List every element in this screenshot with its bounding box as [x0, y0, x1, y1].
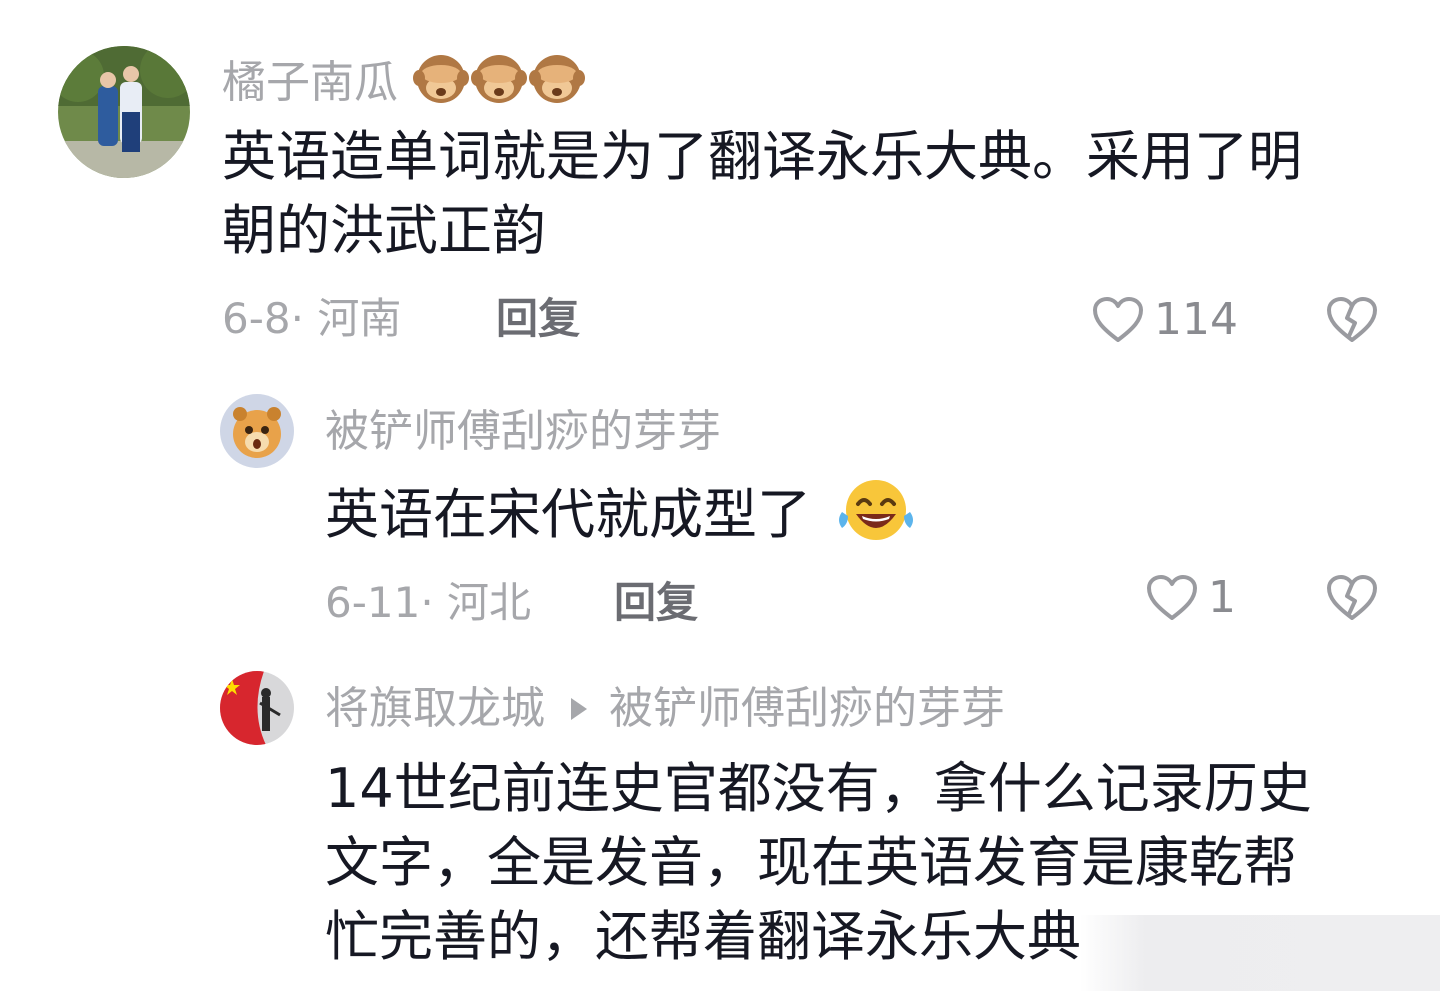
comment-text-line: 14世纪前连史官都没有，拿什么记录历史: [325, 757, 1312, 820]
reply-to-username[interactable]: 被铲师傅刮痧的芽芽: [609, 683, 1005, 734]
reply-button[interactable]: 回复: [496, 290, 580, 348]
avatar[interactable]: [220, 671, 294, 745]
dislike-button[interactable]: [1326, 296, 1378, 348]
broken-heart-icon: [1327, 297, 1377, 342]
like-button[interactable]: 114: [1092, 292, 1238, 348]
comment-meta: 6-11· 河北: [325, 574, 531, 632]
avatar[interactable]: [58, 46, 190, 178]
like-count: 114: [1154, 294, 1238, 345]
username[interactable]: 被铲师傅刮痧的芽芽: [325, 402, 721, 462]
avatar[interactable]: [220, 394, 294, 468]
see-no-evil-monkey-icon: [470, 48, 528, 122]
heart-icon: [1147, 575, 1197, 620]
comment-date: 6-11: [325, 578, 421, 627]
like-button[interactable]: 1: [1146, 570, 1236, 626]
reply-arrow-icon: [571, 698, 587, 720]
dislike-button[interactable]: [1326, 574, 1378, 626]
comment-text-line: 朝的洪武正韵: [222, 199, 546, 262]
like-count: 1: [1208, 572, 1236, 623]
laughing-tears-face-icon: [834, 476, 918, 561]
username[interactable]: 将旗取龙城: [325, 683, 545, 734]
username[interactable]: 橘子南瓜: [222, 48, 586, 122]
see-no-evil-monkey-icon: [412, 48, 470, 122]
avatar-photo: [58, 46, 190, 178]
reply-button[interactable]: 回复: [614, 574, 698, 632]
broken-heart-icon: [1327, 575, 1377, 620]
comment-meta: 6-8· 河南: [222, 290, 401, 348]
comment-text-line: 英语造单词就是为了翻译永乐大典。采用了明: [222, 125, 1302, 188]
comment-date: 6-8: [222, 294, 291, 343]
avatar-cartoon: [220, 394, 294, 468]
comment-location: 河北: [447, 578, 532, 627]
bottom-fade-overlay: [1080, 915, 1440, 991]
meta-separator: ·: [290, 294, 304, 343]
comment-text-line: 英语在宋代就成型了: [325, 483, 811, 547]
comment-text: 英语在宋代就成型了: [325, 476, 918, 561]
heart-icon: [1093, 297, 1143, 342]
see-no-evil-monkey-icon: [528, 48, 586, 122]
meta-separator: ·: [420, 578, 434, 627]
avatar-flag-warrior: [220, 671, 294, 745]
comment-text: 英语造单词就是为了翻译永乐大典。采用了明 朝的洪武正韵: [222, 120, 1402, 268]
comment-location: 河南: [317, 294, 402, 343]
username-text: 橘子南瓜: [222, 57, 398, 108]
username-line: 将旗取龙城 被铲师傅刮痧的芽芽: [325, 679, 1005, 739]
comment-text-line: 文字，全是发音，现在英语发育是康乾帮: [325, 831, 1297, 894]
